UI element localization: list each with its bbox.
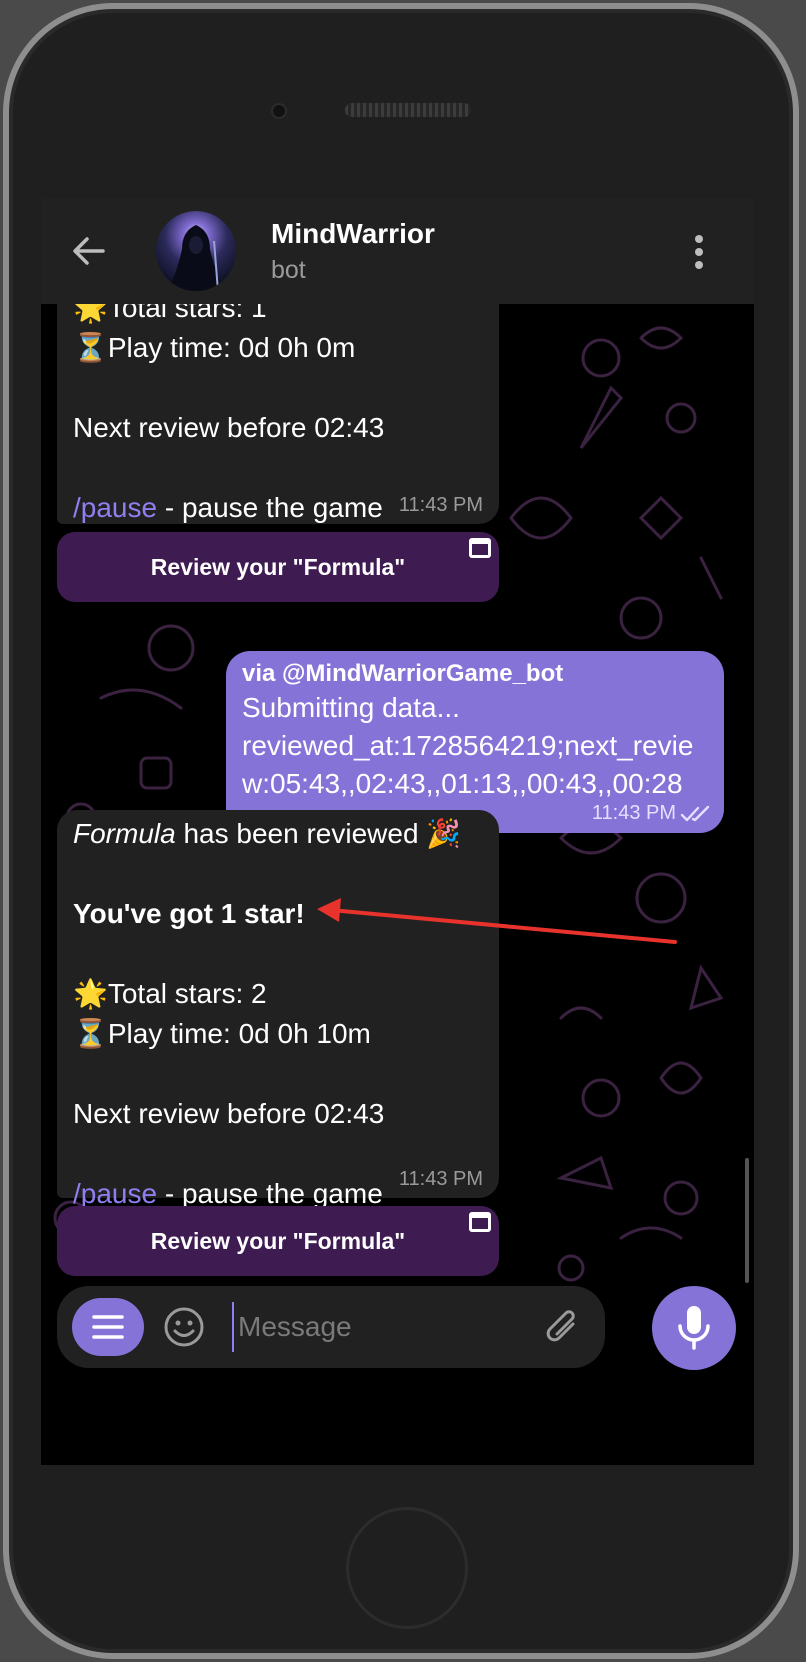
- pause-description: - pause the game: [157, 492, 383, 523]
- reviewed-line: Formula has been reviewed 🎉: [73, 814, 483, 854]
- got-star-line: You've got 1 star!: [73, 898, 305, 929]
- pause-command-link[interactable]: /pause: [73, 1178, 157, 1209]
- chat-screen: MindWarrior bot 🌟Total stars: 1 ⏳Play ti…: [41, 198, 754, 1465]
- next-review-line: Next review before 02:43: [73, 412, 385, 443]
- inline-button-label: Review your "Formula": [150, 554, 406, 580]
- formula-word: Formula: [73, 818, 176, 849]
- chat-title[interactable]: MindWarrior: [271, 218, 435, 250]
- back-arrow-icon[interactable]: [71, 233, 107, 269]
- bot-avatar[interactable]: [156, 211, 236, 291]
- double-check-icon: [680, 805, 710, 821]
- earpiece-speaker: [345, 103, 471, 117]
- next-review-line: Next review before 02:43: [73, 1098, 385, 1129]
- outgoing-time: 11:43 PM: [591, 802, 676, 824]
- outgoing-text-line-1: Submitting data...: [242, 692, 460, 723]
- outgoing-text-line-2: reviewed_at:1728564219;next_revie: [242, 730, 694, 761]
- total-stars-line: 🌟Total stars: 2: [73, 978, 267, 1009]
- home-button[interactable]: [346, 1507, 468, 1629]
- message-composer: [57, 1286, 605, 1368]
- web-app-icon: [469, 1212, 491, 1232]
- chat-subtitle: bot: [271, 256, 306, 284]
- message-input[interactable]: [232, 1302, 522, 1352]
- incoming-message-1: 🌟Total stars: 1 ⏳Play time: 0d 0h 0m Nex…: [57, 280, 499, 524]
- play-time-line: ⏳Play time: 0d 0h 10m: [73, 1018, 371, 1049]
- incoming-message-2: Formula has been reviewed 🎉 You've got 1…: [57, 810, 499, 1209]
- outgoing-text-line-3: w:05:43,,02:43,,01:13,,00:43,,00:28: [242, 768, 683, 799]
- review-formula-button-2[interactable]: Review your "Formula": [57, 1206, 499, 1276]
- message-time: 11:43 PM: [398, 1168, 483, 1190]
- outgoing-message: via @MindWarriorGame_bot Submitting data…: [226, 651, 724, 833]
- message-time: 11:43 PM: [398, 494, 483, 516]
- paperclip-icon[interactable]: [543, 1306, 583, 1350]
- inline-button-label: Review your "Formula": [150, 1228, 406, 1254]
- outgoing-meta: 11:43 PM: [592, 802, 712, 825]
- reviewed-text: has been reviewed 🎉: [175, 818, 462, 849]
- chat-header: MindWarrior bot: [41, 198, 754, 304]
- pause-description: - pause the game: [157, 1178, 383, 1209]
- voice-message-button[interactable]: [652, 1286, 736, 1370]
- menu-icon: [92, 1315, 124, 1339]
- review-formula-button-1[interactable]: Review your "Formula": [57, 532, 499, 602]
- emoji-icon[interactable]: [163, 1306, 205, 1348]
- via-bot-label[interactable]: via @MindWarriorGame_bot: [242, 659, 708, 689]
- front-camera: [271, 103, 287, 119]
- microphone-icon: [678, 1306, 710, 1350]
- chat-scrollbar[interactable]: [745, 1158, 749, 1283]
- hooded-warrior-icon: [168, 225, 224, 291]
- play-time-line: ⏳Play time: 0d 0h 0m: [73, 332, 356, 363]
- web-app-icon: [469, 538, 491, 558]
- pause-command-link[interactable]: /pause: [73, 492, 157, 523]
- bot-menu-button[interactable]: [72, 1298, 144, 1356]
- more-vertical-icon[interactable]: [689, 232, 709, 272]
